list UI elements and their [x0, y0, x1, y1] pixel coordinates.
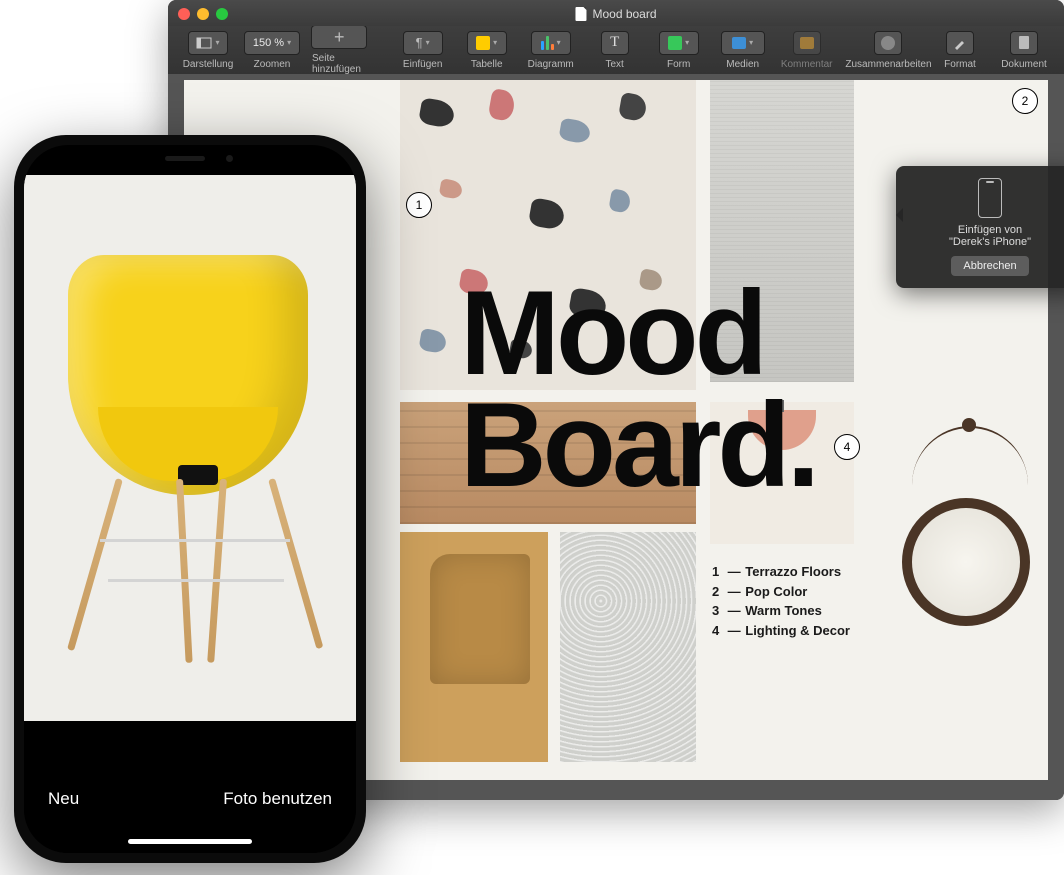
- table-label: Tabelle: [471, 59, 503, 70]
- zoom-value: 150 %: [253, 37, 284, 49]
- zoom-label: Zoomen: [254, 59, 291, 70]
- document-icon: [575, 7, 586, 21]
- add-page-label: Seite hinzufügen: [312, 53, 367, 75]
- callout-2[interactable]: 2: [1012, 88, 1038, 114]
- window-title-text: Mood board: [592, 7, 656, 21]
- chart-toolbar-button[interactable]: ▾ Diagramm: [519, 31, 583, 70]
- zoom-toolbar-button[interactable]: 150 %▾ Zoomen: [240, 31, 304, 70]
- fullscreen-window-button[interactable]: [216, 8, 228, 20]
- retake-button[interactable]: Neu: [48, 789, 79, 809]
- popover-message: Einfügen von "Derek's iPhone": [908, 224, 1064, 248]
- insert-label: Einfügen: [403, 59, 442, 70]
- document-inspector-button[interactable]: Dokument: [992, 31, 1056, 70]
- callout-1[interactable]: 1: [406, 192, 432, 218]
- collaborate-toolbar-button[interactable]: Zusammenarbeiten: [849, 31, 928, 70]
- captured-photo-preview[interactable]: [24, 175, 356, 721]
- window-traffic-lights: [178, 8, 228, 20]
- view-toolbar-button[interactable]: ▾ Darstellung: [176, 31, 240, 70]
- legend[interactable]: 1 — Terrazzo Floors 2 — Pop Color 3 — Wa…: [712, 562, 850, 640]
- chart-label: Diagramm: [528, 59, 574, 70]
- callout-4[interactable]: 4: [834, 434, 860, 460]
- comment-label: Kommentar: [781, 59, 833, 70]
- text-label: Text: [606, 59, 624, 70]
- continuity-camera-popover: Einfügen von "Derek's iPhone" Abbrechen: [896, 166, 1064, 288]
- shape-toolbar-button[interactable]: ▾ Form: [647, 31, 711, 70]
- image-fur[interactable]: [560, 532, 696, 762]
- shape-label: Form: [667, 59, 690, 70]
- toolbar: ▾ Darstellung 150 %▾ Zoomen + Seite hinz…: [168, 26, 1064, 74]
- comment-toolbar-button: Kommentar: [775, 31, 839, 70]
- use-photo-button[interactable]: Foto benutzen: [223, 789, 332, 809]
- home-indicator[interactable]: [128, 839, 252, 844]
- format-label: Format: [944, 59, 976, 70]
- image-sofa[interactable]: [400, 532, 548, 762]
- window-title: Mood board: [575, 7, 656, 21]
- iphone-outline-icon: [978, 178, 1002, 218]
- minimize-window-button[interactable]: [197, 8, 209, 20]
- iphone-notch: [107, 145, 273, 173]
- format-inspector-button[interactable]: Format: [928, 31, 992, 70]
- add-page-toolbar-button[interactable]: + Seite hinzufügen: [304, 25, 375, 75]
- cancel-button[interactable]: Abbrechen: [951, 256, 1028, 276]
- text-toolbar-button[interactable]: T Text: [583, 31, 647, 70]
- iphone-device: Neu Foto benutzen: [14, 135, 366, 863]
- media-toolbar-button[interactable]: ▾ Medien: [711, 31, 775, 70]
- page-heading[interactable]: Mood Board.: [460, 278, 816, 501]
- close-window-button[interactable]: [178, 8, 190, 20]
- table-toolbar-button[interactable]: ▾ Tabelle: [455, 31, 519, 70]
- collab-label: Zusammenarbeiten: [845, 59, 931, 70]
- insert-toolbar-button[interactable]: ¶▾ Einfügen: [391, 31, 455, 70]
- yellow-chair-photo: [60, 255, 320, 685]
- view-label: Darstellung: [183, 59, 234, 70]
- window-titlebar[interactable]: Mood board: [168, 0, 1064, 26]
- document-label: Dokument: [1001, 59, 1047, 70]
- media-label: Medien: [726, 59, 759, 70]
- image-mirror[interactable]: [866, 402, 1048, 762]
